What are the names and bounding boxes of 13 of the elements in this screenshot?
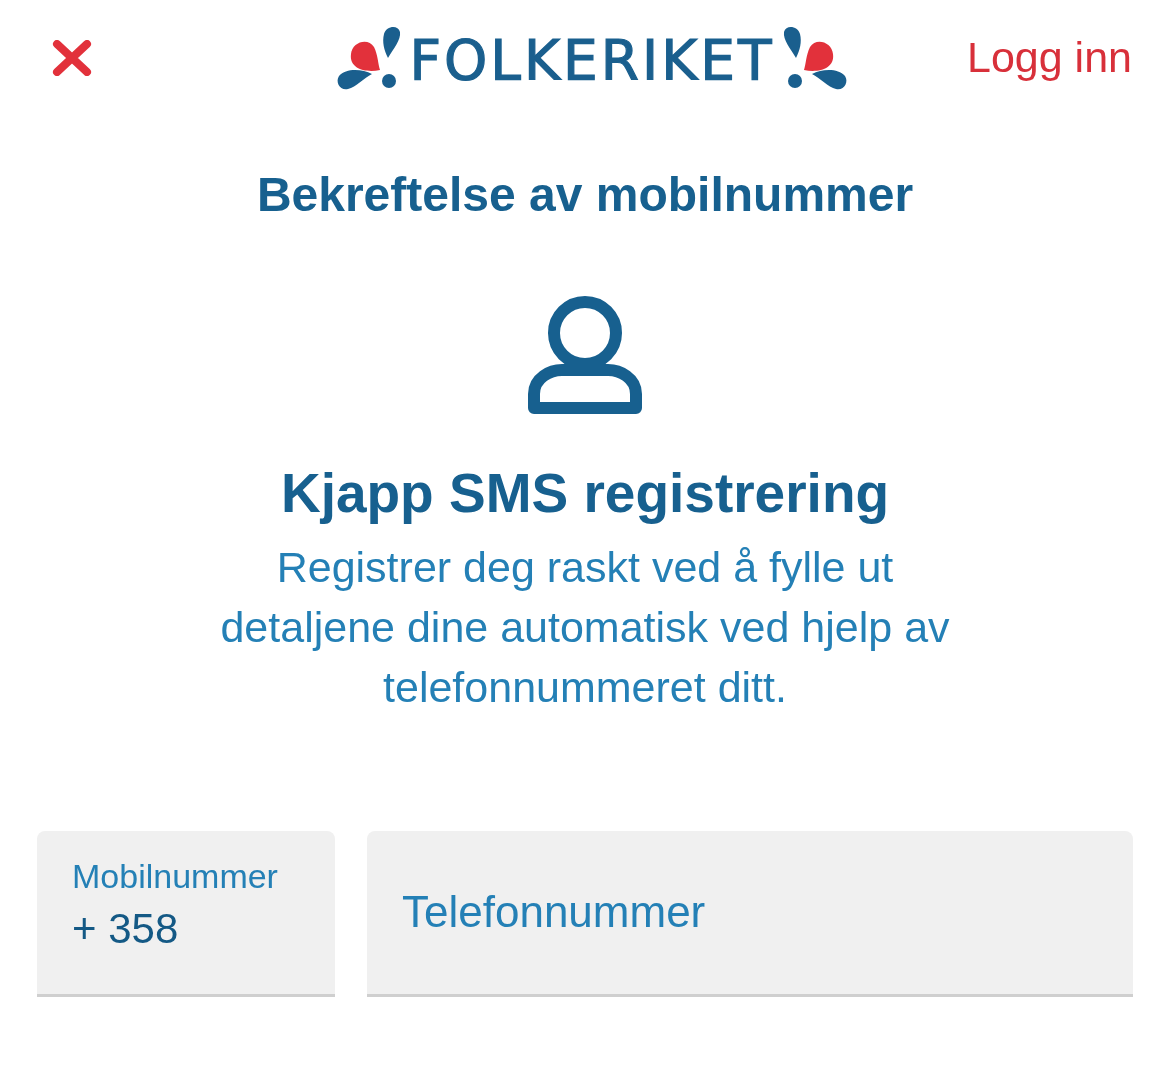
section-heading: Kjapp SMS registrering	[280, 462, 890, 523]
close-button[interactable]	[52, 40, 92, 76]
page-title: Bekreftelse av mobilnummer	[256, 169, 914, 222]
ornament-icon	[335, 24, 402, 92]
close-icon	[52, 40, 92, 76]
field-label: Mobilnummer	[72, 856, 279, 895]
logo-wordmark: FOLKERIKET	[409, 28, 775, 88]
description-text: Registrer deg raskt ved å fylle ut detaljene dine automatisk ved hjelp av telefonnummeret ditt.	[219, 541, 951, 713]
login-link[interactable]: Logg inn	[967, 34, 1132, 82]
country-code-field[interactable]: Mobilnummer + 358	[37, 830, 335, 997]
ornament-icon	[782, 24, 849, 92]
country-code-value: + 358	[72, 904, 180, 953]
phone-number-field[interactable]: Telefonnummer	[367, 830, 1133, 997]
